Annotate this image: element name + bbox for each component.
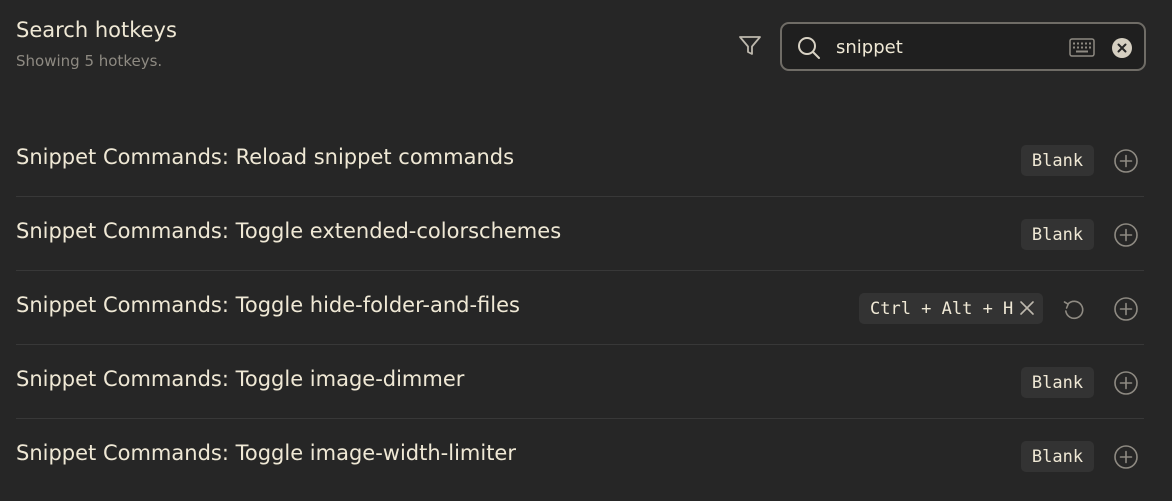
command-name: Snippet Commands: Toggle extended-colors… [16,219,562,243]
add-hotkey-icon[interactable] [1113,370,1139,396]
add-hotkey-icon[interactable] [1113,148,1139,174]
search-box [780,22,1146,71]
add-hotkey-icon[interactable] [1113,222,1139,248]
hotkey-chip[interactable]: Ctrl + Alt + H [859,293,1043,324]
hotkey-row: Snippet Commands: Toggle image-dimmer Bl… [16,345,1144,419]
command-name: Snippet Commands: Toggle image-dimmer [16,367,465,391]
hotkey-chip[interactable]: Blank [1021,145,1094,176]
hotkey-chip[interactable]: Blank [1021,219,1094,250]
hotkey-count: Showing 5 hotkeys. [16,52,163,70]
hotkey-combo: Ctrl + Alt + H [870,298,1014,319]
add-hotkey-icon[interactable] [1113,296,1139,322]
command-name: Snippet Commands: Reload snippet command… [16,145,515,169]
header: Search hotkeys Showing 5 hotkeys. [16,18,177,70]
hotkey-list: Snippet Commands: Reload snippet command… [16,123,1144,493]
add-hotkey-icon[interactable] [1113,444,1139,470]
filter-button[interactable] [736,32,764,60]
command-name: Snippet Commands: Toggle hide-folder-and… [16,293,520,317]
search-icon [798,37,820,59]
remove-hotkey-icon[interactable] [1019,300,1035,316]
hotkey-row: Snippet Commands: Reload snippet command… [16,123,1144,197]
page-title: Search hotkeys [16,18,177,42]
hotkey-chip[interactable]: Blank [1021,367,1094,398]
search-input[interactable] [836,32,1056,62]
hotkey-row: Snippet Commands: Toggle hide-folder-and… [16,271,1144,345]
hotkeys-settings-page: Search hotkeys Showing 5 hotkeys. S [0,0,1172,501]
restore-default-icon[interactable] [1061,296,1087,322]
clear-icon[interactable] [1111,37,1133,59]
hotkey-row: Snippet Commands: Toggle extended-colors… [16,197,1144,271]
keyboard-icon[interactable] [1069,38,1095,57]
filter-icon [739,36,761,55]
hotkey-row: Snippet Commands: Toggle image-width-lim… [16,419,1144,493]
hotkey-chip[interactable]: Blank [1021,441,1094,472]
command-name: Snippet Commands: Toggle image-width-lim… [16,441,516,465]
